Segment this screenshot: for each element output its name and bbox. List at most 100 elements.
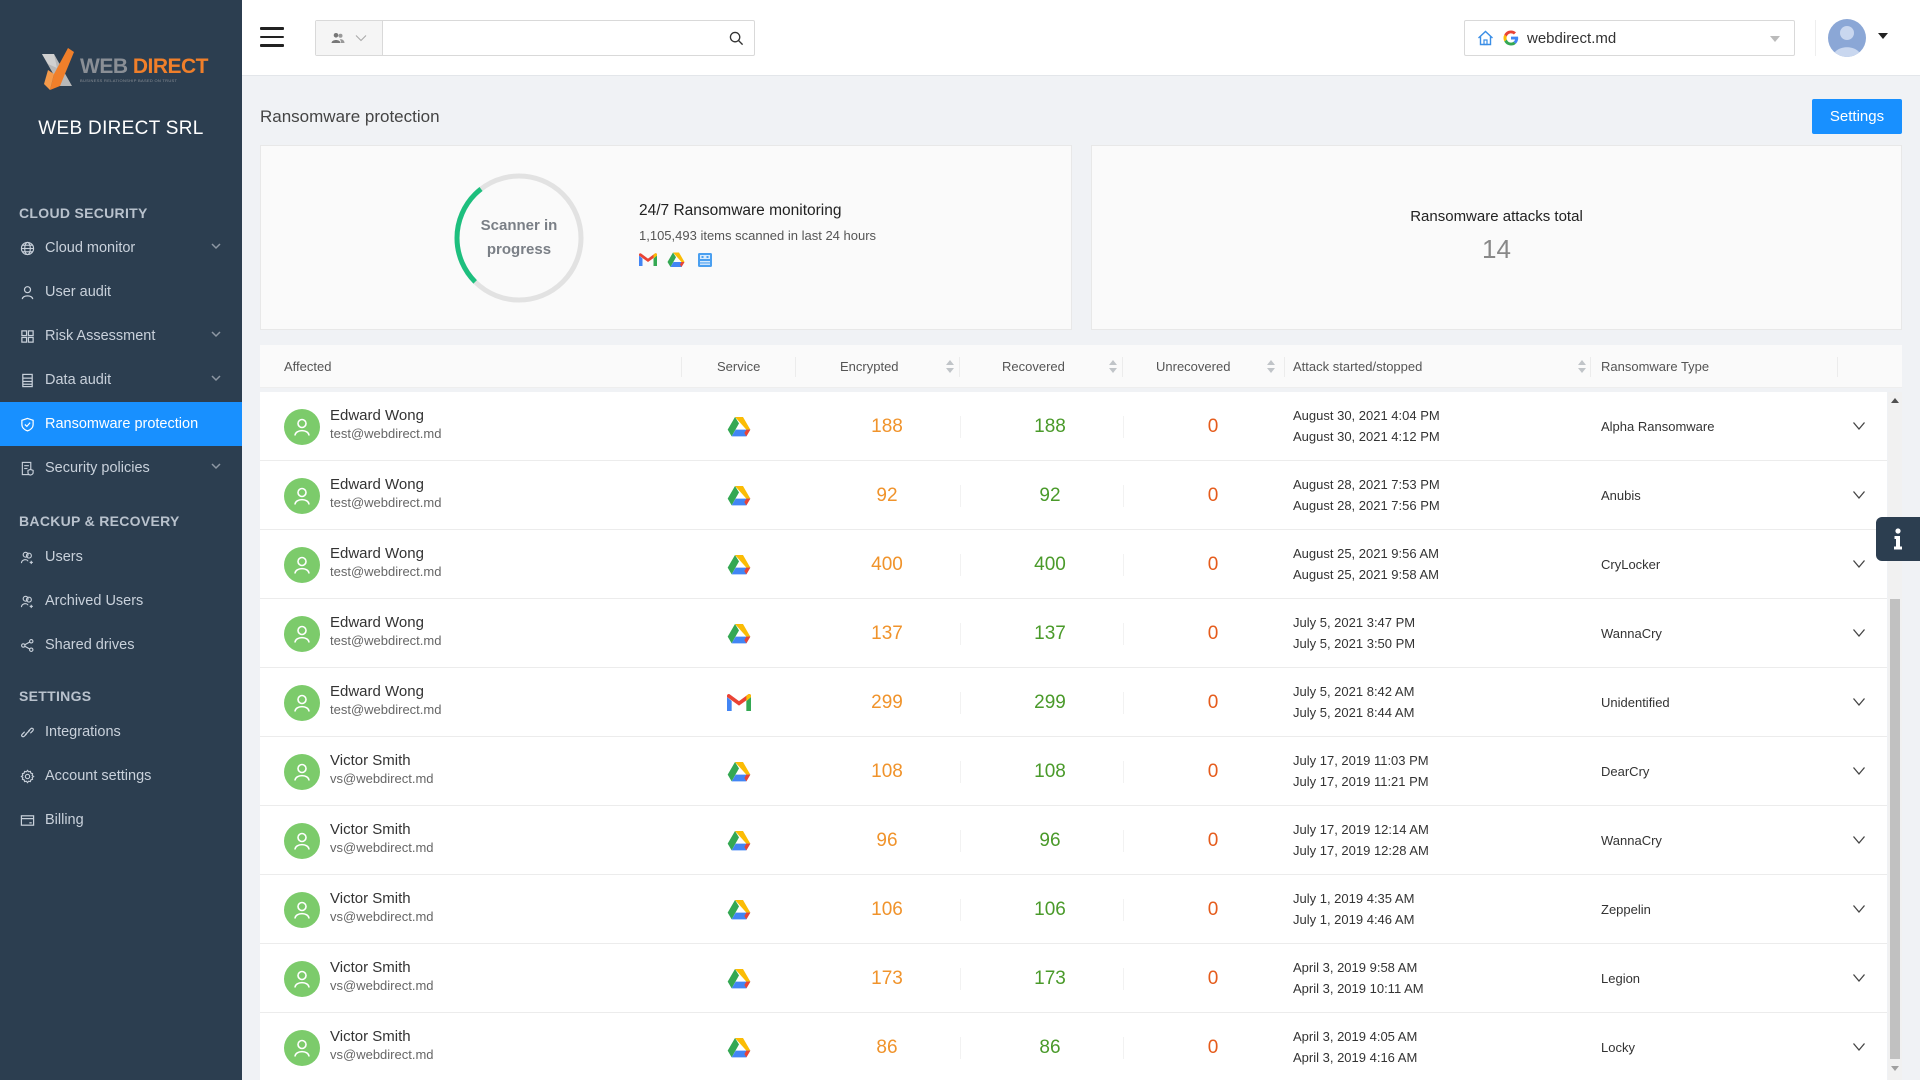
items-scanned-count: 1,105,493 items scanned in last 24 hours	[639, 228, 877, 243]
sidebar-item-data-audit[interactable]: Data audit	[0, 358, 242, 402]
ransomware-type: Unidentified	[1601, 695, 1670, 710]
user-avatar[interactable]	[1828, 19, 1866, 57]
attack-stopped: August 25, 2021 9:58 AM	[1293, 567, 1439, 582]
column-encrypted[interactable]: Encrypted	[840, 345, 959, 388]
sidebar-item-users[interactable]: Users	[0, 535, 242, 579]
table-row[interactable]: Victor Smith vs@webdirect.md 173 173 0 April …	[260, 944, 1887, 1013]
user-name: Edward Wong	[330, 614, 424, 631]
domain-selector[interactable]: webdirect.md	[1464, 20, 1795, 56]
scroll-down-arrow-icon[interactable]	[1891, 1066, 1899, 1071]
unrecovered-count: 0	[1207, 623, 1219, 644]
sort-icon[interactable]	[1267, 360, 1275, 374]
expand-row-chevron-icon[interactable]	[1852, 1041, 1866, 1053]
google-drive-icon	[727, 969, 751, 989]
divider	[1815, 20, 1816, 56]
attack-started: August 30, 2021 4:04 PM	[1293, 408, 1440, 423]
table-row[interactable]: Edward Wong test@webdirect.md 299 299 0 July …	[260, 668, 1887, 737]
company-logo[interactable]: WEB DIRECT BUSINESS RELATIONSHIP BASED O…	[38, 44, 209, 94]
info-button[interactable]	[1876, 517, 1920, 561]
user-avatar	[284, 616, 320, 652]
scroll-up-arrow-icon[interactable]	[1891, 398, 1899, 403]
user-avatar	[284, 1030, 320, 1066]
sidebar-item-archived-users[interactable]: Archived Users	[0, 579, 242, 623]
cell-separator	[960, 761, 961, 783]
attack-stopped: July 5, 2021 3:50 PM	[1293, 636, 1416, 651]
google-drive-icon	[727, 1038, 751, 1058]
sidebar-item-ransomware-protection[interactable]: Ransomware protection	[0, 402, 242, 446]
table-row[interactable]: Victor Smith vs@webdirect.md 106 106 0 July 1…	[260, 875, 1887, 944]
user-avatar	[284, 961, 320, 997]
sort-icon[interactable]	[946, 360, 954, 374]
column-recovered[interactable]: Recovered	[1002, 345, 1122, 388]
google-drive-icon	[727, 555, 751, 575]
sidebar-item-account-settings[interactable]: Account settings	[0, 754, 242, 798]
expand-row-chevron-icon[interactable]	[1852, 627, 1866, 639]
google-drive-icon	[727, 762, 751, 782]
expand-row-chevron-icon[interactable]	[1852, 834, 1866, 846]
expand-row-chevron-icon[interactable]	[1852, 765, 1866, 777]
search-button[interactable]	[718, 21, 754, 55]
settings-button[interactable]: Settings	[1812, 99, 1902, 134]
logo-tagline: BUSINESS RELATIONSHIP BASED ON TRUST	[80, 77, 178, 83]
user-name: Edward Wong	[330, 683, 424, 700]
user-avatar	[284, 478, 320, 514]
attack-started: July 17, 2019 12:14 AM	[1293, 822, 1429, 837]
user-silhouette-icon	[1833, 26, 1861, 57]
column-separator	[1590, 357, 1591, 377]
expand-row-chevron-icon[interactable]	[1852, 489, 1866, 501]
unrecovered-count: 0	[1207, 485, 1219, 506]
table-row[interactable]: Victor Smith vs@webdirect.md 86 86 0 April 3,…	[260, 1013, 1887, 1080]
table-row[interactable]: Edward Wong test@webdirect.md 400 400 0 Augus…	[260, 530, 1887, 599]
globe-icon	[19, 240, 35, 256]
sidebar-item-user-audit[interactable]: User audit	[0, 270, 242, 314]
user-name: Victor Smith	[330, 752, 411, 769]
attack-started: August 25, 2021 9:56 AM	[1293, 546, 1439, 561]
card-icon	[19, 812, 35, 828]
sidebar-item-shared-drives[interactable]: Shared drives	[0, 623, 242, 667]
expand-row-chevron-icon[interactable]	[1852, 696, 1866, 708]
search-scope-dropdown[interactable]	[316, 21, 383, 55]
scrollbar-thumb[interactable]	[1890, 599, 1900, 1059]
user-name: Victor Smith	[330, 959, 411, 976]
sidebar-item-security-policies[interactable]: Security policies	[0, 446, 242, 490]
caret-down-icon	[1770, 36, 1780, 42]
sidebar-item-cloud-monitor[interactable]: Cloud monitor	[0, 226, 242, 270]
attack-started: August 28, 2021 7:53 PM	[1293, 477, 1440, 492]
table-row[interactable]: Edward Wong test@webdirect.md 188 188 0 Augus…	[260, 392, 1887, 461]
encrypted-count: 108	[871, 761, 903, 782]
table-row[interactable]: Edward Wong test@webdirect.md 137 137 0 July …	[260, 599, 1887, 668]
expand-row-chevron-icon[interactable]	[1852, 903, 1866, 915]
user-avatar	[284, 685, 320, 721]
expand-row-chevron-icon[interactable]	[1852, 420, 1866, 432]
sidebar-item-billing[interactable]: Billing	[0, 798, 242, 842]
expand-row-chevron-icon[interactable]	[1852, 558, 1866, 570]
recovered-count: 299	[1034, 692, 1066, 713]
column-unrecovered[interactable]: Unrecovered	[1156, 345, 1280, 388]
scanner-status-text: Scanner in progress	[480, 217, 558, 258]
sort-icon[interactable]	[1109, 360, 1117, 374]
sidebar-item-label: Shared drives	[45, 637, 135, 653]
user-icon	[294, 487, 310, 505]
search-input[interactable]	[383, 21, 718, 55]
sort-icon[interactable]	[1578, 360, 1586, 374]
unrecovered-count: 0	[1207, 899, 1219, 920]
column-attack-time[interactable]: Attack started/stopped	[1293, 345, 1591, 388]
user-menu-caret-icon[interactable]	[1878, 33, 1888, 39]
table-scrollbar[interactable]	[1888, 392, 1902, 1080]
column-affected: Affected	[284, 345, 331, 388]
table-row[interactable]: Edward Wong test@webdirect.md 92 92 0 August …	[260, 461, 1887, 530]
recovered-count: 106	[1034, 899, 1066, 920]
table-row[interactable]: Victor Smith vs@webdirect.md 108 108 0 July 1…	[260, 737, 1887, 806]
user-name: Edward Wong	[330, 407, 424, 424]
ransomware-type: WannaCry	[1601, 833, 1662, 848]
menu-toggle-button[interactable]	[260, 27, 284, 47]
cell-separator	[1123, 485, 1124, 507]
cell-separator	[960, 692, 961, 714]
expand-row-chevron-icon[interactable]	[1852, 972, 1866, 984]
google-drive-icon	[727, 900, 751, 920]
monitored-services	[639, 252, 713, 268]
gmail-icon	[639, 253, 657, 266]
table-row[interactable]: Victor Smith vs@webdirect.md 96 96 0 July 17,…	[260, 806, 1887, 875]
sidebar-item-integrations[interactable]: Integrations	[0, 710, 242, 754]
sidebar-item-risk-assessment[interactable]: Risk Assessment	[0, 314, 242, 358]
